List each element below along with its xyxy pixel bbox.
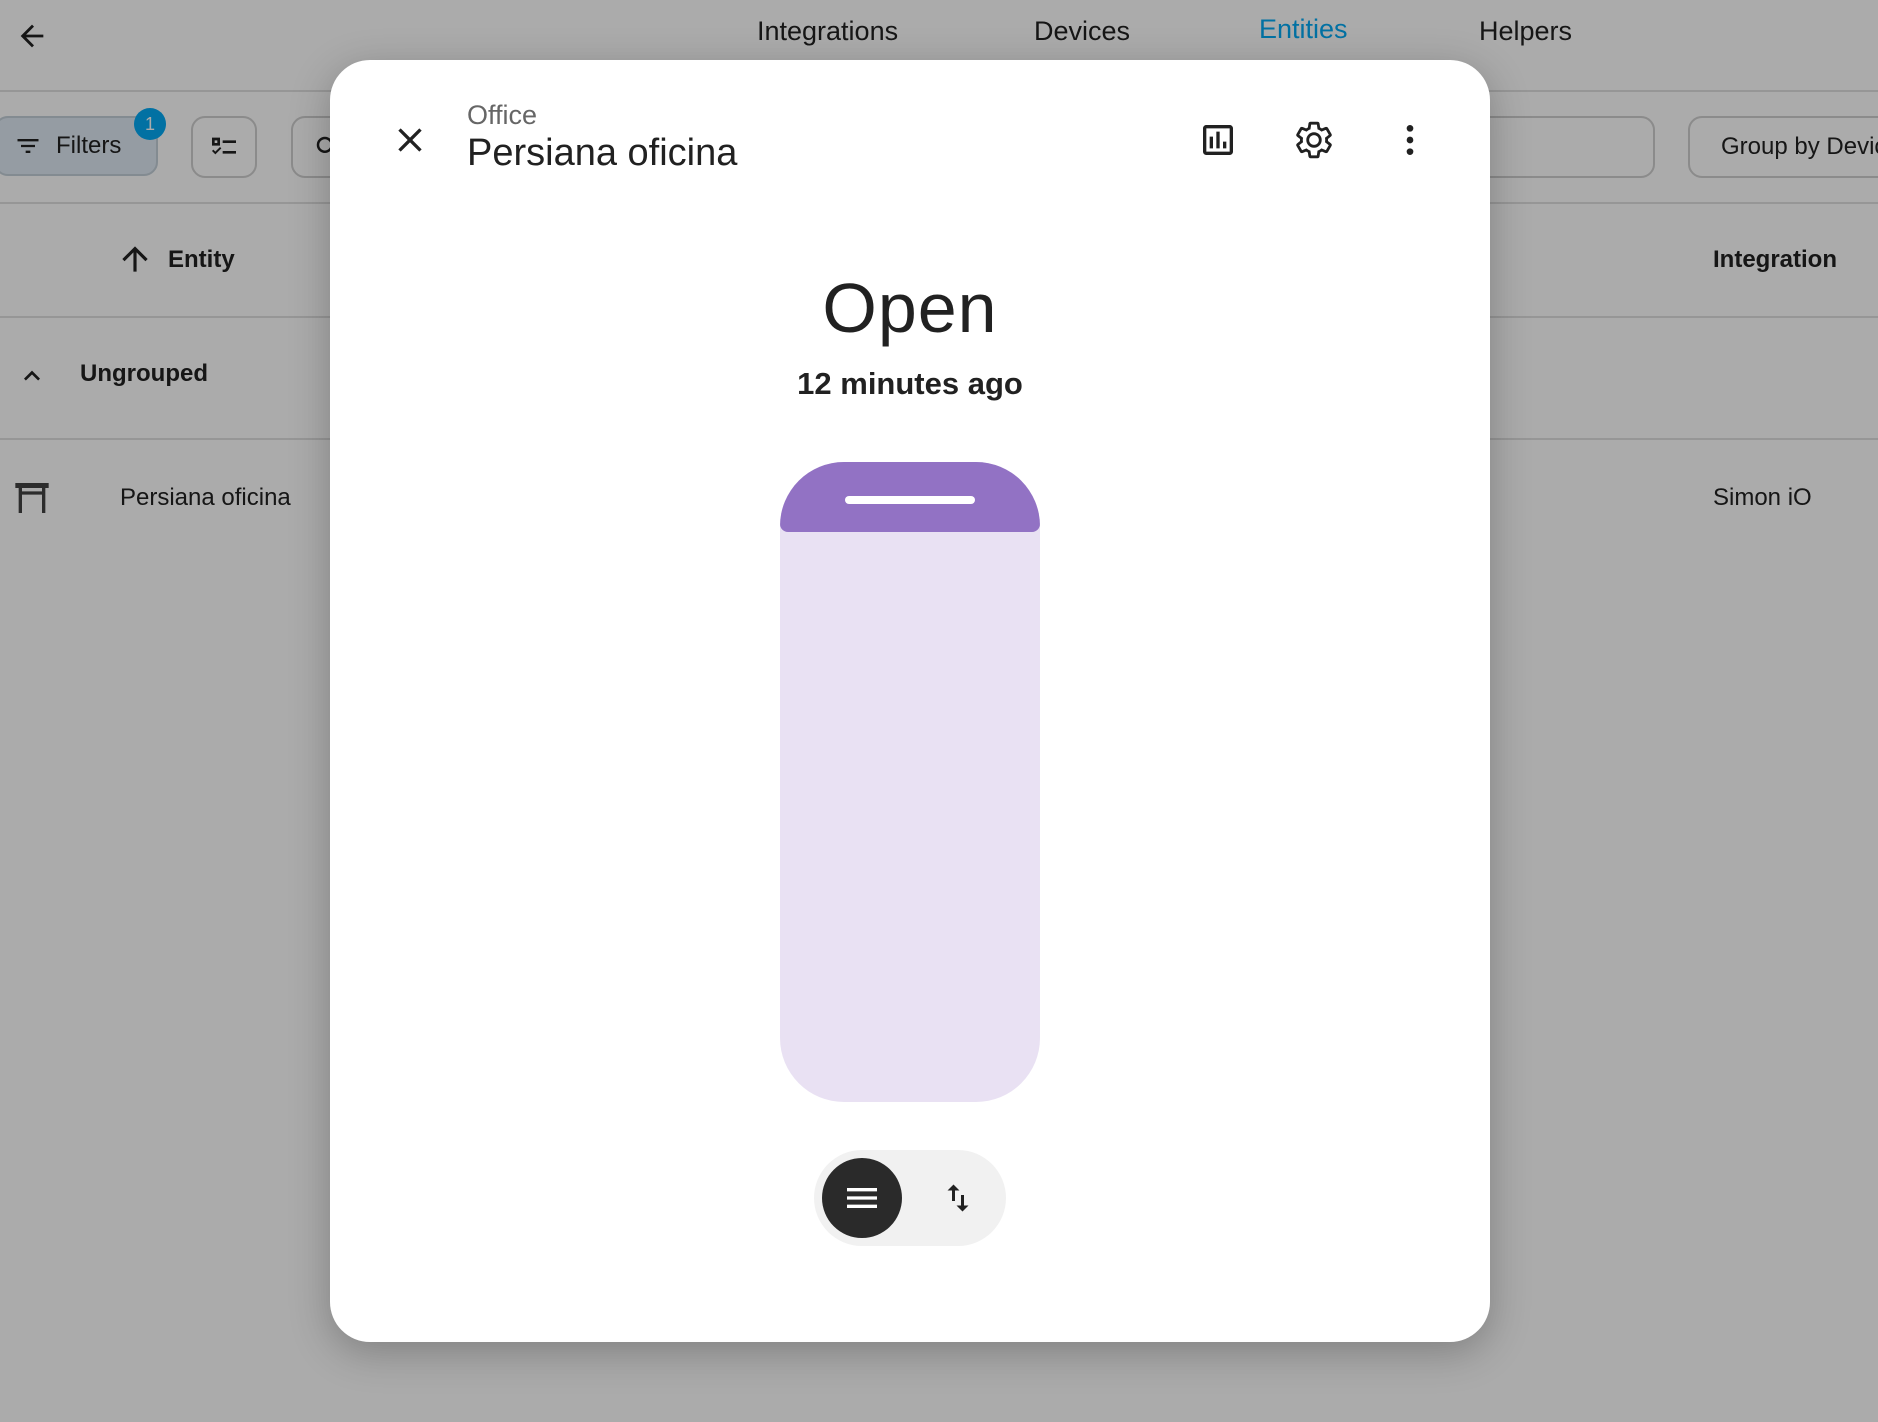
dots-vertical-icon bbox=[1406, 125, 1414, 155]
cover-position-fill bbox=[780, 462, 1040, 532]
more-options-button[interactable] bbox=[1378, 108, 1442, 172]
position-mode-button[interactable] bbox=[822, 1158, 902, 1238]
slider-handle[interactable] bbox=[845, 496, 975, 504]
menu-icon bbox=[847, 1188, 877, 1208]
close-button[interactable] bbox=[378, 108, 442, 172]
cover-position-slider[interactable] bbox=[780, 462, 1040, 1102]
dialog-title: Persiana oficina bbox=[467, 132, 738, 174]
buttons-mode-button[interactable] bbox=[918, 1158, 998, 1238]
more-info-dialog: Office Persiana oficina Open 12 minutes … bbox=[330, 60, 1490, 1342]
close-icon bbox=[398, 128, 422, 152]
chart-box-icon bbox=[1203, 125, 1233, 155]
swap-vertical-icon bbox=[947, 1184, 969, 1212]
entity-state: Open bbox=[822, 269, 998, 347]
last-changed: 12 minutes ago bbox=[797, 366, 1023, 401]
control-mode-toggle bbox=[814, 1150, 1006, 1246]
gear-icon bbox=[1296, 121, 1332, 159]
settings-button[interactable] bbox=[1282, 108, 1346, 172]
dialog-area-label: Office bbox=[467, 100, 538, 130]
history-button[interactable] bbox=[1186, 108, 1250, 172]
